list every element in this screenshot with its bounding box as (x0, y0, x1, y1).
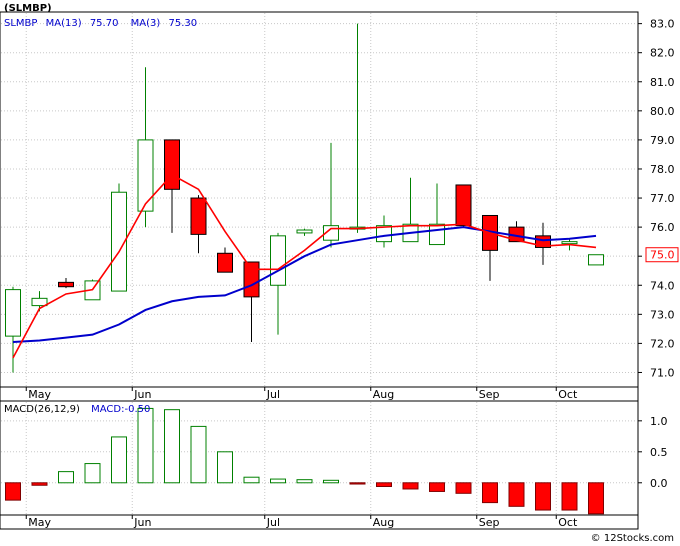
candle-body-up (429, 223, 445, 246)
price-y-tick-label: 79.0 (650, 134, 675, 147)
macd-bar-negative (376, 482, 392, 488)
macd-x-axis-strip (0, 514, 639, 530)
macd-bar-positive (111, 436, 127, 484)
price-y-tick-label: 72.0 (650, 337, 675, 350)
price-y-tick-label: 73.0 (650, 308, 675, 321)
candle-body-down (190, 197, 207, 235)
macd-x-tick-label: Aug (373, 516, 394, 529)
macd-y-tick-label: 1.0 (650, 415, 668, 428)
macd-bar-positive (270, 478, 286, 484)
candle-body-down (217, 252, 233, 273)
candle-body-down (164, 139, 180, 190)
macd-bar-positive (243, 476, 260, 484)
macd-bar-positive (164, 409, 180, 484)
price-y-tick-label: 71.0 (650, 366, 675, 379)
macd-x-tick-label: Sep (479, 516, 500, 529)
macd-legend-label: MACD(26,12,9) (4, 404, 80, 415)
price-y-tick-label: 78.0 (650, 163, 675, 176)
macd-bar-negative (349, 482, 366, 485)
macd-x-tick-label: Jun (133, 516, 151, 529)
macd-bar-negative (402, 482, 419, 490)
candle-body-up (31, 297, 48, 307)
price-y-tick-label: 82.0 (650, 47, 675, 60)
macd-bar-positive (323, 479, 339, 484)
macd-x-tick-label: Jul (266, 516, 280, 529)
candle-body-down (58, 281, 74, 288)
candle-body-up (561, 241, 578, 245)
macd-bar-negative (482, 482, 498, 504)
macd-bar-negative (31, 482, 48, 486)
price-y-tick-label: 81.0 (650, 76, 675, 89)
macd-legend-value: MACD:-0.50 (91, 404, 150, 415)
macd-bar-positive (84, 463, 101, 484)
price-legend: SLMBP MA(13) 75.70 MA(3) 75.30 (4, 18, 197, 29)
macd-bar-positive (217, 451, 233, 484)
legend-ma13-label: MA(13) (46, 18, 82, 29)
macd-bar-positive (296, 479, 313, 484)
macd-bar-negative (455, 482, 472, 494)
candle-body-up (137, 139, 154, 212)
price-y-tick-label: 74.0 (650, 279, 675, 292)
legend-ma3-label: MA(3) (131, 18, 161, 29)
legend-symbol: SLMBP (4, 18, 37, 29)
price-y-tick-label: 83.0 (650, 18, 675, 31)
macd-bar-negative (508, 482, 525, 507)
price-y-tick-label: 77.0 (650, 192, 675, 205)
candle-body-up (296, 229, 313, 234)
price-x-tick-label: Sep (479, 388, 500, 401)
macd-y-tick-label: 0.5 (650, 446, 668, 459)
last-price-marker: 75.0 (645, 247, 679, 263)
macd-bar-positive (137, 407, 154, 484)
candle-body-up (5, 289, 21, 337)
candle-body-down (455, 184, 472, 227)
macd-bar-negative (5, 482, 21, 501)
price-x-tick-label: Oct (558, 388, 578, 401)
site-credit: © 12Stocks.com (590, 533, 674, 544)
price-x-tick-label: Jul (266, 388, 280, 401)
macd-y-axis: 0.0 0.5 1.0 (638, 415, 668, 490)
price-x-tick-label: May (28, 388, 51, 401)
candle-body-up (270, 235, 286, 286)
price-y-tick-label: 76.0 (650, 221, 675, 234)
macd-y-tick-label: 0.0 (650, 477, 668, 490)
macd-bar-negative (561, 482, 578, 511)
price-x-tick-label: Jun (133, 388, 151, 401)
price-x-tick-label: Aug (373, 388, 394, 401)
macd-bar-negative (429, 482, 445, 492)
legend-ma3-value: 75.30 (168, 18, 197, 29)
price-panel: 71.0 72.0 73.0 74.0 75.0 76.0 77.0 78.0 79.0 80.0… (0, 11, 679, 388)
candle-body-down (243, 261, 260, 298)
macd-legend: MACD(26,12,9) MACD:-0.50 (4, 404, 150, 415)
price-plot-frame (0, 11, 639, 388)
stock-chart: 71.0 72.0 73.0 74.0 75.0 76.0 77.0 78.0 79.0 80.0… (0, 3, 679, 530)
macd-x-tick-label: May (28, 516, 51, 529)
macd-x-tick-label: Oct (558, 516, 578, 529)
candle-body-up (588, 254, 604, 266)
macd-bar-negative (535, 482, 551, 511)
chart-title: (SLMBP) (4, 3, 52, 14)
last-price-label: 75.0 (650, 249, 675, 262)
price-y-axis: 71.0 72.0 73.0 74.0 75.0 76.0 77.0 78.0 79.0 80.0… (638, 18, 675, 379)
legend-ma13-value: 75.70 (90, 18, 119, 29)
price-x-axis-strip (0, 386, 639, 402)
macd-panel: 0.0 0.5 1.0 (0, 400, 668, 516)
macd-bar-positive (58, 471, 74, 484)
macd-bar-negative (588, 482, 604, 515)
macd-bar-positive (190, 425, 207, 484)
price-y-tick-label: 80.0 (650, 105, 675, 118)
